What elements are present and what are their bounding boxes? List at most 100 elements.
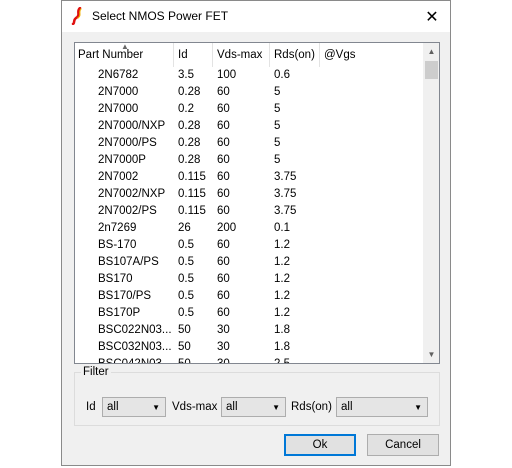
list-header: ▲ Part Number Id Vds-max Rds(on) @Vgs [75,43,423,67]
table-cell: 2n7269 [98,222,137,234]
title-bar: Select NMOS Power FET ✕ [62,1,450,32]
table-cell: 50 [178,358,191,363]
table-row[interactable]: BS170 0.5 60 1.2 [75,271,423,288]
table-cell: 1.2 [274,273,290,285]
table-cell: 30 [217,341,230,353]
table-cell: 60 [217,307,230,319]
rds-filter-value: all [341,401,353,413]
table-cell: 1.2 [274,239,290,251]
table-row[interactable]: BSC032N03... 50 30 1.8 [75,339,423,356]
table-row[interactable]: 2N7000/NXP 0.28 60 5 [75,118,423,135]
table-cell: 60 [217,103,230,115]
chevron-up-icon: ▲ [427,47,436,56]
ltspice-icon [71,7,82,25]
column-header-rds-on[interactable]: Rds(on) [274,49,315,61]
select-fet-dialog: Select NMOS Power FET ✕ ▲ Part Number Id… [61,0,451,466]
rds-filter-select[interactable]: all ▼ [336,397,428,417]
table-row[interactable]: BSC042N03... 50 30 2.5 [75,356,423,363]
column-header-id[interactable]: Id [178,49,188,61]
table-cell: BS170P [98,307,141,319]
table-cell: 0.5 [178,290,194,302]
vds-filter-label: Vds-max [172,401,218,413]
table-row[interactable]: 2N7000 0.2 60 5 [75,101,423,118]
ok-button[interactable]: Ok [284,434,356,456]
cancel-button[interactable]: Cancel [367,434,439,456]
table-cell: 60 [217,205,230,217]
table-cell: 2N7002 [98,171,139,183]
list-rows: 2N6782 3.5 100 0.6 2N7000 0.28 60 5 2N7000 0.2 60 5… [75,67,423,363]
table-cell: 60 [217,188,230,200]
table-row[interactable]: BS-170 0.5 60 1.2 [75,237,423,254]
table-row[interactable]: BS107A/PS 0.5 60 1.2 [75,254,423,271]
vertical-scrollbar[interactable]: ▲ ▼ [423,43,439,363]
scroll-down-button[interactable]: ▼ [423,346,439,363]
table-cell: 60 [217,137,230,149]
chevron-down-icon: ▼ [414,403,422,412]
table-cell: BSC022N03... [98,324,172,336]
table-cell: 5 [274,137,281,149]
column-divider[interactable] [212,43,213,67]
table-cell: 5 [274,86,281,98]
table-cell: 0.115 [178,171,206,183]
table-cell: 2N7000 [98,103,139,115]
id-filter-label: Id [86,401,96,413]
table-cell: 60 [217,239,230,251]
table-cell: 2N7000/NXP [98,120,166,132]
column-header-part-number[interactable]: Part Number [78,49,143,61]
table-cell: 1.8 [274,324,290,336]
table-row[interactable]: 2N7002/NXP 0.115 60 3.75 [75,186,423,203]
table-cell: BSC042N03... [98,358,172,363]
table-cell: 2N6782 [98,69,139,81]
table-cell: 3.75 [274,188,297,200]
table-row[interactable]: 2N6782 3.5 100 0.6 [75,67,423,84]
table-cell: 50 [178,324,191,336]
table-cell: 0.6 [274,69,290,81]
table-cell: 0.1 [274,222,290,234]
table-row[interactable]: 2N7002 0.115 60 3.75 [75,169,423,186]
table-cell: 200 [217,222,237,234]
table-cell: 0.5 [178,239,194,251]
fet-list[interactable]: ▲ Part Number Id Vds-max Rds(on) @Vgs 2N… [74,42,440,364]
table-cell: 2N7000P [98,154,146,166]
table-cell: 5 [274,120,281,132]
column-divider[interactable] [173,43,174,67]
column-header-vds-max[interactable]: Vds-max [217,49,262,61]
table-row[interactable]: BS170P 0.5 60 1.2 [75,305,423,322]
table-cell: 1.2 [274,307,290,319]
table-row[interactable]: BS170/PS 0.5 60 1.2 [75,288,423,305]
table-row[interactable]: 2N7000 0.28 60 5 [75,84,423,101]
table-row[interactable]: 2N7000/PS 0.28 60 5 [75,135,423,152]
table-cell: 1.2 [274,256,290,268]
column-header-vgs[interactable]: @Vgs [324,49,356,61]
close-icon: ✕ [425,8,439,26]
vds-filter-select[interactable]: all ▼ [221,397,286,417]
table-cell: 2N7002/PS [98,205,157,217]
table-cell: 0.28 [178,86,201,98]
chevron-down-icon: ▼ [152,403,160,412]
table-cell: 26 [178,222,191,234]
table-cell: BS170 [98,273,133,285]
scroll-thumb[interactable] [425,61,438,79]
column-divider[interactable] [319,43,320,67]
table-cell: 60 [217,256,230,268]
table-row[interactable]: 2n7269 26 200 0.1 [75,220,423,237]
table-cell: 60 [217,120,230,132]
table-row[interactable]: BSC022N03... 50 30 1.8 [75,322,423,339]
scroll-up-button[interactable]: ▲ [423,43,439,60]
column-divider[interactable] [269,43,270,67]
table-cell: BSC032N03... [98,341,172,353]
table-cell: 1.8 [274,341,290,353]
table-cell: BS107A/PS [98,256,159,268]
table-row[interactable]: 2N7002/PS 0.115 60 3.75 [75,203,423,220]
id-filter-select[interactable]: all ▼ [102,397,166,417]
table-row[interactable]: 2N7000P 0.28 60 5 [75,152,423,169]
table-cell: 100 [217,69,237,81]
table-cell: 1.2 [274,290,290,302]
table-cell: 2N7002/NXP [98,188,166,200]
table-cell: 5 [274,103,281,115]
close-button[interactable]: ✕ [414,1,450,32]
window-title: Select NMOS Power FET [92,9,229,23]
table-cell: BS170/PS [98,290,152,302]
table-cell: 0.5 [178,273,194,285]
table-cell: 50 [178,341,191,353]
